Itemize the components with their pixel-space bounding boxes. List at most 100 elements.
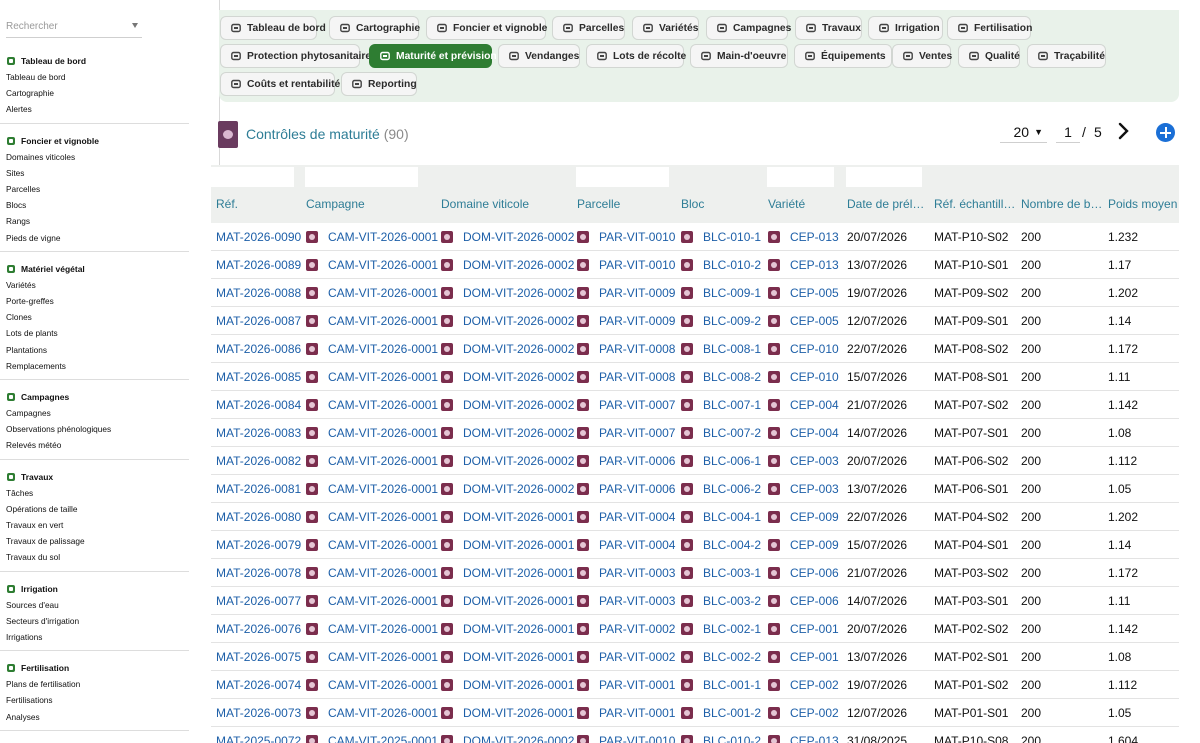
column-header[interactable]: Poids moyen…: [1108, 197, 1179, 211]
open-link-icon[interactable]: [768, 567, 780, 579]
column-header[interactable]: Réf. échantill…: [934, 197, 1015, 211]
sidebar-item[interactable]: Blocs: [0, 197, 189, 213]
open-link-icon[interactable]: [681, 315, 693, 327]
open-link-icon[interactable]: [681, 483, 693, 495]
sidebar-item[interactable]: Clones: [0, 309, 189, 325]
cell-link[interactable]: CEP-003: [790, 482, 839, 496]
sidebar-item[interactable]: Travaux du sol: [0, 549, 189, 565]
sidebar-section-header[interactable]: Fertilisation: [0, 660, 189, 676]
sidebar-item[interactable]: Cartographie: [0, 85, 189, 101]
cell-link[interactable]: PAR-VIT-0008: [599, 342, 675, 356]
tab-reporting[interactable]: Reporting: [341, 72, 417, 96]
open-link-icon[interactable]: [681, 567, 693, 579]
cell-link[interactable]: PAR-VIT-0006: [599, 454, 675, 468]
open-link-icon[interactable]: [681, 623, 693, 635]
open-link-icon[interactable]: [577, 483, 589, 495]
cell-link[interactable]: MAT-2026-0077: [216, 594, 301, 608]
open-link-icon[interactable]: [306, 399, 318, 411]
cell-link[interactable]: BLC-001-1: [703, 678, 761, 692]
cell-link[interactable]: DOM-VIT-2026-0002: [463, 258, 574, 272]
sidebar-item[interactable]: Tableau de bord: [0, 69, 189, 85]
open-link-icon[interactable]: [768, 735, 780, 743]
open-link-icon[interactable]: [306, 315, 318, 327]
open-link-icon[interactable]: [306, 679, 318, 691]
open-link-icon[interactable]: [577, 231, 589, 243]
cell-link[interactable]: DOM-VIT-2026-0001: [463, 510, 574, 524]
sidebar-section-header[interactable]: Foncier et vignoble: [0, 133, 189, 149]
open-link-icon[interactable]: [681, 427, 693, 439]
cell-link[interactable]: DOM-VIT-2026-0002: [463, 398, 574, 412]
cell-link[interactable]: MAT-2026-0085: [216, 370, 301, 384]
open-link-icon[interactable]: [441, 595, 453, 607]
tab-coûts-et-rentabilité[interactable]: Coûts et rentabilité: [220, 72, 340, 96]
cell-link[interactable]: CAM-VIT-2026-0001: [328, 650, 438, 664]
open-link-icon[interactable]: [681, 735, 693, 743]
cell-link[interactable]: MAT-2026-0082: [216, 454, 301, 468]
table-row[interactable]: MAT-2026-0081 CAM-VIT-2026-0001 DOM-VIT-20…: [211, 475, 1179, 503]
sidebar-item[interactable]: Fertilisations: [0, 692, 189, 708]
table-row[interactable]: MAT-2026-0079 CAM-VIT-2026-0001 DOM-VIT-20…: [211, 531, 1179, 559]
sidebar-section-header[interactable]: Irrigation: [0, 581, 189, 597]
column-filter-input[interactable]: [576, 167, 669, 187]
open-link-icon[interactable]: [306, 511, 318, 523]
open-link-icon[interactable]: [768, 511, 780, 523]
tab-campagnes[interactable]: Campagnes: [706, 16, 791, 40]
open-link-icon[interactable]: [441, 623, 453, 635]
cell-link[interactable]: CEP-010: [790, 342, 839, 356]
open-link-icon[interactable]: [577, 595, 589, 607]
open-link-icon[interactable]: [768, 455, 780, 467]
open-link-icon[interactable]: [441, 651, 453, 663]
sidebar-item[interactable]: Travaux de palissage: [0, 533, 189, 549]
cell-link[interactable]: CEP-001: [790, 650, 839, 664]
sidebar-item[interactable]: Secteurs d'irrigation: [0, 613, 189, 629]
open-link-icon[interactable]: [441, 707, 453, 719]
open-link-icon[interactable]: [577, 623, 589, 635]
open-link-icon[interactable]: [681, 595, 693, 607]
cell-link[interactable]: CEP-005: [790, 286, 839, 300]
open-link-icon[interactable]: [768, 651, 780, 663]
cell-link[interactable]: PAR-VIT-0004: [599, 510, 675, 524]
tab-ventes[interactable]: Ventes: [892, 44, 952, 68]
open-link-icon[interactable]: [306, 567, 318, 579]
current-page-input[interactable]: 1: [1056, 121, 1080, 143]
chevron-down-icon[interactable]: [132, 23, 138, 28]
cell-link[interactable]: MAT-2026-0081: [216, 482, 301, 496]
table-row[interactable]: MAT-2026-0086 CAM-VIT-2026-0001 DOM-VIT-20…: [211, 335, 1179, 363]
open-link-icon[interactable]: [768, 707, 780, 719]
open-link-icon[interactable]: [306, 343, 318, 355]
open-link-icon[interactable]: [681, 539, 693, 551]
cell-link[interactable]: PAR-VIT-0010: [599, 258, 675, 272]
sidebar-item[interactable]: Observations phénologiques: [0, 421, 189, 437]
cell-link[interactable]: CAM-VIT-2026-0001: [328, 258, 438, 272]
open-link-icon[interactable]: [441, 567, 453, 579]
cell-link[interactable]: BLC-006-2: [703, 482, 761, 496]
table-row[interactable]: MAT-2026-0076 CAM-VIT-2026-0001 DOM-VIT-20…: [211, 615, 1179, 643]
table-row[interactable]: MAT-2026-0083 CAM-VIT-2026-0001 DOM-VIT-20…: [211, 419, 1179, 447]
cell-link[interactable]: DOM-VIT-2026-0001: [463, 566, 574, 580]
table-row[interactable]: MAT-2025-0072 CAM-VIT-2025-0001 DOM-VIT-20…: [211, 727, 1179, 743]
cell-link[interactable]: CAM-VIT-2026-0001: [328, 482, 438, 496]
open-link-icon[interactable]: [306, 231, 318, 243]
tab-qualité[interactable]: Qualité: [958, 44, 1020, 68]
cell-link[interactable]: MAT-2026-0075: [216, 650, 301, 664]
cell-link[interactable]: MAT-2026-0088: [216, 286, 301, 300]
cell-link[interactable]: CAM-VIT-2026-0001: [328, 594, 438, 608]
cell-link[interactable]: CAM-VIT-2026-0001: [328, 230, 438, 244]
column-filter-input[interactable]: [305, 167, 418, 187]
column-header[interactable]: Bloc: [681, 197, 704, 211]
cell-link[interactable]: PAR-VIT-0001: [599, 706, 675, 720]
cell-link[interactable]: DOM-VIT-2026-0002: [463, 314, 574, 328]
sidebar-item[interactable]: Parcelles: [0, 181, 189, 197]
sidebar-item[interactable]: Sources d'eau: [0, 597, 189, 613]
open-link-icon[interactable]: [681, 343, 693, 355]
open-link-icon[interactable]: [577, 371, 589, 383]
open-link-icon[interactable]: [306, 259, 318, 271]
open-link-icon[interactable]: [441, 679, 453, 691]
open-link-icon[interactable]: [681, 287, 693, 299]
open-link-icon[interactable]: [768, 595, 780, 607]
cell-link[interactable]: MAT-2026-0073: [216, 706, 301, 720]
table-row[interactable]: MAT-2026-0077 CAM-VIT-2026-0001 DOM-VIT-20…: [211, 587, 1179, 615]
open-link-icon[interactable]: [768, 231, 780, 243]
cell-link[interactable]: CAM-VIT-2026-0001: [328, 398, 438, 412]
table-row[interactable]: MAT-2026-0089 CAM-VIT-2026-0001 DOM-VIT-20…: [211, 251, 1179, 279]
